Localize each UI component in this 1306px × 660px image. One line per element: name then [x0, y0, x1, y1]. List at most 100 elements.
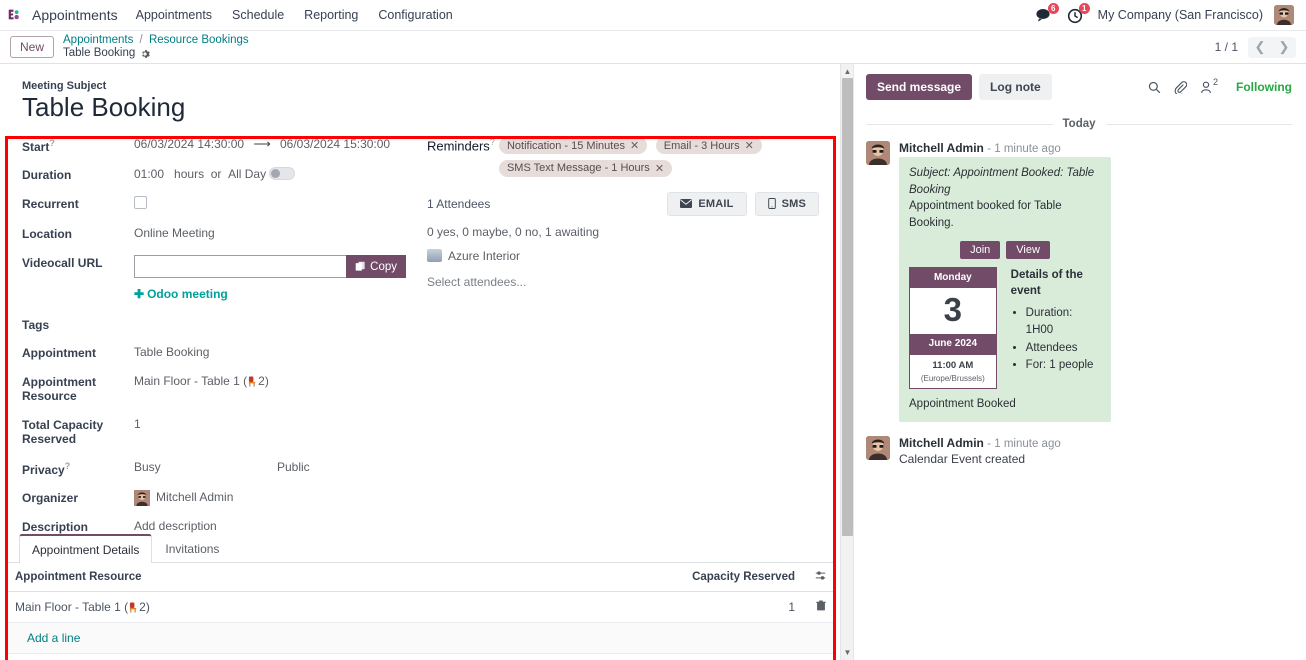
- chair-icon: [130, 602, 137, 613]
- calendar-weekday: Monday: [910, 267, 996, 289]
- message-avatar[interactable]: [866, 436, 890, 461]
- attendee-avatar: [426, 249, 442, 263]
- resource-value-prefix: Main Floor - Table 1 (: [134, 374, 248, 389]
- message-header: Mitchell Admin - 1 minute ago: [899, 436, 1292, 450]
- scrollbar-thumb[interactable]: [842, 78, 853, 536]
- message-author[interactable]: Mitchell Admin: [899, 436, 984, 450]
- nav-item-schedule[interactable]: Schedule: [232, 8, 284, 22]
- paperclip-glyph-icon: [1174, 80, 1187, 94]
- reminder-tag[interactable]: SMS Text Message - 1 Hours ✕: [498, 159, 673, 177]
- followers-glyph-icon: [1201, 81, 1211, 93]
- reminders-help-icon[interactable]: ?: [490, 137, 495, 147]
- remove-tag-icon[interactable]: ✕: [630, 139, 639, 152]
- cell-resource[interactable]: Main Floor - Table 1 (2): [5, 591, 451, 623]
- message-timestamp: - 1 minute ago: [987, 438, 1061, 451]
- cell-delete[interactable]: [805, 591, 836, 623]
- field-start-value[interactable]: 06/03/2024 14:30:00: [134, 137, 244, 151]
- resource-value-suffix: 2): [258, 374, 269, 389]
- field-reminders: Reminders? Notification - 15 Minutes ✕ E…: [427, 137, 819, 182]
- scroll-up-arrow-icon[interactable]: ▲: [843, 67, 852, 76]
- message-avatar[interactable]: [866, 141, 890, 165]
- trash-icon: [815, 600, 826, 611]
- select-attendees-input[interactable]: Select attendees...: [427, 275, 819, 289]
- copy-label: Copy: [370, 260, 397, 273]
- table-row[interactable]: Main Floor - Table 1 (2) 1: [5, 591, 836, 623]
- new-button[interactable]: New: [10, 36, 55, 58]
- pager-next-button[interactable]: ❯: [1272, 37, 1296, 58]
- add-a-line-button[interactable]: Add a line: [5, 623, 836, 654]
- company-switcher[interactable]: My Company (San Francisco): [1098, 8, 1263, 22]
- log-note-button[interactable]: Log note: [979, 74, 1052, 100]
- search-icon[interactable]: [1148, 81, 1161, 94]
- duration-or-label: or: [210, 167, 222, 182]
- remove-tag-icon[interactable]: ✕: [745, 139, 754, 152]
- following-button[interactable]: Following: [1236, 80, 1292, 94]
- tab-appointment-details[interactable]: Appointment Details: [19, 534, 153, 563]
- breadcrumb-item-appointments[interactable]: Appointments: [63, 34, 133, 46]
- field-privacy-visibility[interactable]: Public: [277, 460, 310, 476]
- field-appointment-label: Appointment: [22, 346, 96, 361]
- recurrent-checkbox[interactable]: [134, 195, 147, 209]
- attendees-stats: 0 yes, 0 maybe, 0 no, 1 awaiting: [426, 224, 600, 239]
- brand-home[interactable]: Appointments: [8, 7, 132, 23]
- field-resource-value[interactable]: Main Floor - Table 1 ( 2): [134, 374, 269, 390]
- field-start-value-group: 06/03/2024 14:30:00 ⟶ 06/03/2024 15:30:0…: [134, 137, 390, 153]
- nav-item-appointments[interactable]: Appointments: [136, 8, 212, 22]
- send-message-button[interactable]: Send message: [866, 74, 973, 100]
- field-appointment-value[interactable]: Table Booking: [134, 345, 209, 361]
- column-capacity-reserved[interactable]: Capacity Reserved: [450, 563, 805, 592]
- page-title[interactable]: Table Booking: [22, 92, 819, 123]
- videocall-url-input[interactable]: [134, 255, 347, 279]
- message-body: Mitchell Admin - 1 minute ago Subject: A…: [899, 141, 1292, 423]
- messages-icon[interactable]: 6: [1036, 3, 1059, 24]
- field-organizer-value-group[interactable]: Mitchell Admin: [134, 490, 233, 506]
- nav-item-configuration[interactable]: Configuration: [378, 8, 452, 22]
- allday-toggle[interactable]: [269, 167, 296, 181]
- avatar[interactable]: [1274, 5, 1294, 25]
- field-recurrent-label: Recurrent: [22, 196, 79, 211]
- paperclip-icon[interactable]: [1174, 80, 1187, 94]
- field-location-value[interactable]: Online Meeting: [134, 226, 215, 242]
- view-button[interactable]: View: [1006, 240, 1050, 259]
- form-scrollbar[interactable]: ▲ ▼: [840, 64, 853, 660]
- privacy-help-icon[interactable]: ?: [65, 461, 71, 471]
- reminder-tag-label: Email - 3 Hours: [663, 139, 740, 152]
- tab-invitations[interactable]: Invitations: [152, 534, 232, 563]
- calendar-time: 11:00 AM: [932, 359, 974, 371]
- nav-item-reporting[interactable]: Reporting: [304, 8, 358, 22]
- copy-url-button[interactable]: Copy: [346, 255, 406, 279]
- message-author[interactable]: Mitchell Admin: [899, 141, 984, 155]
- join-button[interactable]: Join: [960, 240, 1001, 259]
- pager-previous-button[interactable]: ❮: [1248, 37, 1272, 58]
- field-stop-value[interactable]: 06/03/2024 15:30:00: [280, 137, 390, 151]
- field-organizer-label: Organizer: [22, 491, 79, 505]
- meeting-subject-label: Meeting Subject: [22, 80, 107, 92]
- remove-tag-icon[interactable]: ✕: [655, 162, 664, 175]
- email-button-label: EMAIL: [698, 197, 734, 210]
- field-privacy-show-as[interactable]: Busy: [134, 460, 277, 476]
- day-separator: Today: [866, 118, 1293, 130]
- field-duration-value[interactable]: 01:00: [134, 167, 164, 181]
- reminder-tag[interactable]: Notification - 15 Minutes ✕: [498, 137, 648, 155]
- user-avatar-icon: [1274, 5, 1294, 25]
- field-duration-value-group: 01:00 hours or All Day: [134, 167, 296, 183]
- attendee-item[interactable]: Azure Interior: [426, 249, 819, 263]
- scroll-down-arrow-icon[interactable]: ▼: [843, 648, 852, 657]
- cell-capacity[interactable]: 1: [450, 591, 805, 623]
- pager-count: 1 / 1: [1214, 40, 1238, 54]
- chatter-message: Mitchell Admin - 1 minute ago Subject: A…: [866, 141, 1292, 423]
- column-appointment-resource[interactable]: Appointment Resource: [5, 563, 451, 592]
- sms-attendees-button[interactable]: SMS: [754, 191, 819, 216]
- reminder-tag[interactable]: Email - 3 Hours ✕: [655, 137, 762, 155]
- gear-icon[interactable]: [140, 49, 151, 59]
- reminders-tag-list: Notification - 15 Minutes ✕ Email - 3 Ho…: [498, 137, 819, 182]
- help-icon[interactable]: ?: [49, 138, 55, 148]
- activities-icon[interactable]: 1: [1067, 3, 1090, 24]
- odoo-meeting-link[interactable]: ✚ Odoo meeting: [134, 287, 406, 301]
- activities-badge-count: 1: [1078, 3, 1090, 14]
- author-avatar-icon: [866, 436, 890, 461]
- followers-icon[interactable]: 2: [1200, 77, 1218, 94]
- breadcrumb-item-resource-bookings[interactable]: Resource Bookings: [149, 34, 249, 46]
- column-options-icon[interactable]: [805, 563, 836, 592]
- email-attendees-button[interactable]: EMAIL: [667, 191, 747, 216]
